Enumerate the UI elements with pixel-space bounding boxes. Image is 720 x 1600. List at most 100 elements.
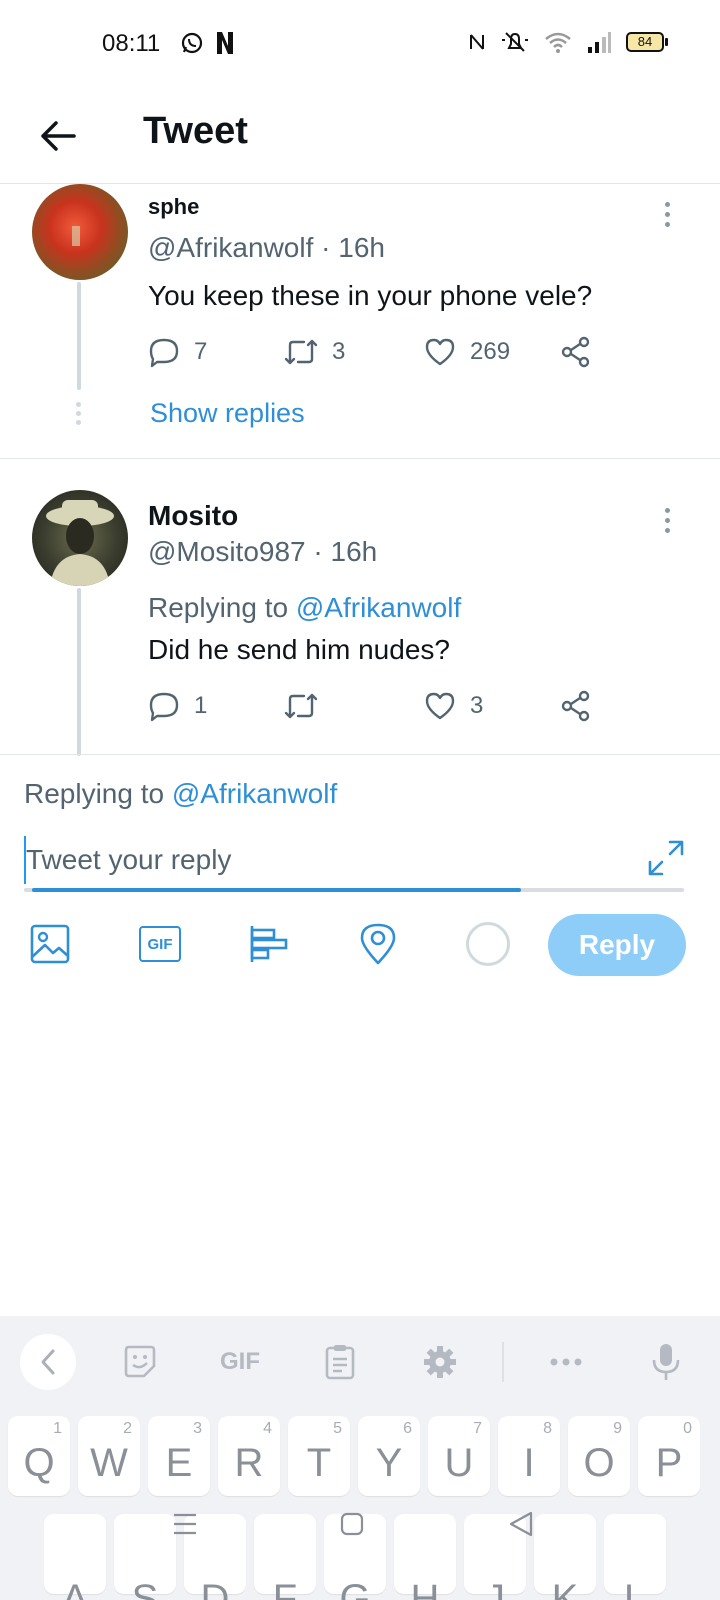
key-o[interactable]: O9 — [568, 1416, 630, 1496]
add-poll-button[interactable] — [246, 920, 294, 968]
add-location-button[interactable] — [354, 920, 402, 968]
divider — [0, 754, 720, 755]
key-p[interactable]: P0 — [638, 1416, 700, 1496]
reply-action[interactable]: 7 — [148, 332, 207, 372]
tweet-text: Did he send him nudes? — [148, 634, 450, 665]
tweet-item[interactable]: Mosito @Mosito987 · 16h Replying to @Afr… — [0, 490, 720, 756]
back-button[interactable] — [34, 112, 82, 160]
like-count: 269 — [470, 338, 511, 365]
key-label: O — [583, 1441, 615, 1485]
keyboard-gif-button[interactable]: GIF — [212, 1334, 268, 1390]
share-icon — [561, 336, 590, 368]
key-hint: 4 — [263, 1420, 272, 1437]
key-y[interactable]: Y6 — [358, 1416, 420, 1496]
key-r[interactable]: R4 — [218, 1416, 280, 1496]
whatsapp-icon — [181, 32, 203, 54]
share-action[interactable] — [560, 686, 592, 726]
retweet-icon — [284, 339, 318, 365]
replying-to: Replying to @Afrikanwolf — [148, 592, 461, 624]
microphone-icon — [652, 1344, 680, 1380]
key-u[interactable]: U7 — [428, 1416, 490, 1496]
tweet-actions: 1 3 — [148, 686, 608, 726]
add-image-button[interactable] — [26, 920, 74, 968]
key-label: J — [485, 1577, 505, 1600]
author-name[interactable]: Mosito — [148, 500, 238, 532]
battery-indicator: 84 — [626, 32, 668, 52]
expand-icon — [648, 840, 684, 876]
recent-apps-icon[interactable] — [172, 1512, 198, 1536]
key-hint: 6 — [403, 1420, 412, 1437]
signal-icon — [588, 32, 611, 53]
author-name[interactable]: sphe — [148, 194, 199, 220]
gif-icon: GIF — [139, 926, 181, 962]
retweet-action[interactable] — [284, 686, 332, 726]
voice-input-button[interactable] — [638, 1334, 694, 1390]
expand-button[interactable] — [646, 838, 686, 878]
more-icon — [664, 507, 670, 513]
clipboard-button[interactable] — [312, 1334, 368, 1390]
avatar[interactable] — [32, 184, 128, 280]
system-nav-bar — [0, 1506, 720, 1546]
author-handle[interactable]: @Mosito987 · 16h — [148, 536, 377, 568]
share-action[interactable] — [560, 332, 592, 372]
key-i[interactable]: I8 — [498, 1416, 560, 1496]
reply-input[interactable] — [24, 836, 644, 884]
key-label: E — [165, 1441, 193, 1485]
like-icon — [425, 692, 455, 720]
reply-progress-fill — [32, 888, 521, 892]
key-label: D — [200, 1577, 230, 1600]
key-label: W — [90, 1441, 128, 1485]
key-hint: 8 — [543, 1420, 552, 1437]
more-button[interactable] — [652, 500, 682, 540]
reply-button[interactable]: Reply — [548, 914, 686, 976]
netflix-icon — [217, 32, 233, 54]
key-hint: 0 — [683, 1420, 692, 1437]
key-label: Y — [375, 1441, 403, 1485]
add-gif-button[interactable]: GIF — [136, 920, 184, 968]
thread-dots — [76, 402, 81, 425]
key-w[interactable]: W2 — [78, 1416, 140, 1496]
show-replies-link[interactable]: Show replies — [150, 398, 305, 429]
composer-replying-to: Replying to @Afrikanwolf — [24, 778, 337, 810]
retweet-count: 3 — [332, 338, 346, 365]
replying-to-mention[interactable]: @Afrikanwolf — [296, 592, 461, 623]
replying-to-label: Replying to — [148, 592, 289, 623]
more-icon — [664, 201, 670, 207]
like-action[interactable]: 269 — [424, 332, 510, 372]
sticker-button[interactable] — [112, 1334, 168, 1390]
nfc-icon — [470, 34, 484, 50]
home-icon[interactable] — [340, 1512, 364, 1536]
avatar[interactable] — [32, 490, 128, 586]
keyboard-collapse-button[interactable] — [20, 1334, 76, 1390]
mute-icon — [502, 32, 528, 52]
retweet-icon — [284, 693, 318, 719]
like-action[interactable]: 3 — [424, 686, 483, 726]
tweet-actions: 7 3 269 — [148, 332, 608, 372]
retweet-action[interactable]: 3 — [284, 332, 345, 372]
key-hint: 2 — [123, 1420, 132, 1437]
key-hint: 3 — [193, 1420, 202, 1437]
key-label: L — [623, 1577, 647, 1600]
key-label: G — [339, 1577, 371, 1600]
keyboard-toolbar: GIF — [0, 1316, 720, 1408]
status-right-icons: 84 — [468, 30, 668, 54]
author-handle[interactable]: @Afrikanwolf · 16h — [148, 232, 385, 264]
tweet-item[interactable]: sphe @Afrikanwolf · 16h You keep these i… — [0, 184, 720, 458]
key-e[interactable]: E3 — [148, 1416, 210, 1496]
key-label: Q — [23, 1441, 55, 1485]
more-button[interactable] — [652, 194, 682, 234]
nav-back-icon[interactable] — [508, 1510, 534, 1538]
key-label: R — [234, 1441, 264, 1485]
key-t[interactable]: T5 — [288, 1416, 350, 1496]
wifi-icon — [545, 32, 571, 53]
reply-action[interactable]: 1 — [148, 686, 207, 726]
keyboard-settings-button[interactable] — [412, 1334, 468, 1390]
key-q[interactable]: Q1 — [8, 1416, 70, 1496]
key-hint: 9 — [613, 1420, 622, 1437]
status-app-icons — [180, 30, 236, 56]
more-tools-button[interactable] — [538, 1334, 594, 1390]
key-label: H — [410, 1577, 440, 1600]
location-icon — [360, 923, 396, 965]
replying-to-label: Replying to — [24, 778, 165, 809]
replying-to-mention[interactable]: @Afrikanwolf — [172, 778, 337, 809]
